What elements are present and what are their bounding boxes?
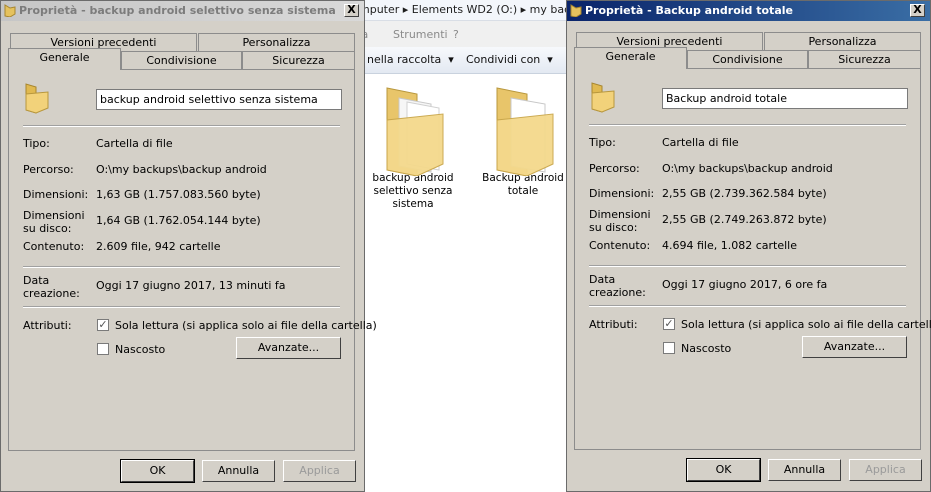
close-button[interactable]: X — [910, 4, 925, 17]
folder-label: backup android selettivo senza sistema — [372, 172, 454, 210]
explorer-window: mputer ▸ Elements WD2 (O:) ▸ my backu ra… — [355, 0, 583, 492]
separator — [23, 306, 340, 308]
folder-icon — [377, 80, 449, 177]
general-panel: Backup android totale Tipo: Cartella di … — [574, 68, 931, 450]
created-label-2: creazione: — [23, 287, 80, 300]
folder-icon — [25, 83, 49, 114]
readonly-label: Sola lettura (si applica solo ai file de… — [681, 318, 931, 331]
type-label: Tipo: — [23, 137, 50, 150]
properties-dialog-total: Proprietà - Backup android totale X Vers… — [566, 0, 931, 492]
window-title: Proprietà - backup android selettivo sen… — [19, 4, 336, 17]
created-value: Oggi 17 giugno 2017, 6 ore fa — [662, 278, 828, 291]
folder-item-total[interactable]: Backup android totale — [473, 80, 573, 198]
size-value: 2,55 GB (2.739.362.584 byte) — [662, 187, 827, 200]
cancel-button[interactable]: Annulla — [202, 460, 275, 482]
folder-icon — [4, 4, 16, 17]
include-in-library-button[interactable]: nella raccolta ▾ — [367, 53, 454, 66]
tab-customize[interactable]: Personalizza — [764, 32, 921, 51]
command-bar: nella raccolta ▾ Condividi con ▾ — [355, 47, 575, 74]
hidden-checkbox[interactable] — [97, 343, 109, 355]
menu-item-help[interactable]: ? — [453, 28, 459, 41]
separator — [589, 124, 906, 126]
attributes-label: Attributi: — [589, 318, 638, 331]
size-on-disk-label-1: Dimensioni — [23, 209, 85, 222]
chevron-down-icon: ▾ — [543, 53, 553, 66]
size-on-disk-label-1: Dimensioni — [589, 208, 651, 221]
tab-general[interactable]: Generale — [8, 48, 121, 70]
size-label: Dimensioni: — [589, 187, 655, 200]
contents-value: 4.694 file, 1.082 cartelle — [662, 239, 797, 252]
apply-button[interactable]: Applica — [849, 459, 922, 481]
readonly-label: Sola lettura (si applica solo ai file de… — [115, 319, 377, 332]
tab-security[interactable]: Sicurezza — [808, 50, 921, 69]
address-path[interactable]: mputer ▸ Elements WD2 (O:) ▸ my backu — [359, 3, 583, 16]
ok-button[interactable]: OK — [686, 458, 761, 482]
share-with-label: Condividi con — [466, 53, 541, 66]
include-in-library-label: nella raccolta — [367, 53, 442, 66]
tab-customize[interactable]: Personalizza — [198, 33, 355, 52]
separator — [23, 266, 340, 268]
contents-label: Contenuto: — [23, 240, 85, 253]
folder-name-field[interactable]: backup android selettivo senza sistema — [96, 89, 342, 110]
tab-sharing[interactable]: Condivisione — [687, 50, 808, 69]
contents-value: 2.609 file, 942 cartelle — [96, 240, 221, 253]
type-value: Cartella di file — [96, 137, 173, 150]
separator — [589, 305, 906, 307]
title-bar[interactable]: Proprietà - Backup android totale — [567, 1, 930, 21]
tab-sharing[interactable]: Condivisione — [121, 51, 242, 70]
contents-label: Contenuto: — [589, 239, 651, 252]
separator — [23, 125, 340, 127]
path-label: Percorso: — [23, 163, 74, 176]
tab-security[interactable]: Sicurezza — [242, 51, 355, 70]
size-on-disk-label-2: su disco: — [589, 221, 638, 234]
path-value: O:\my backups\backup android — [662, 162, 833, 175]
size-on-disk-value: 2,55 GB (2.749.263.872 byte) — [662, 213, 827, 226]
attributes-label: Attributi: — [23, 319, 72, 332]
created-value: Oggi 17 giugno 2017, 13 minuti fa — [96, 279, 286, 292]
folder-icon — [591, 82, 615, 113]
folder-name-field[interactable]: Backup android totale — [662, 88, 908, 109]
path-label: Percorso: — [589, 162, 640, 175]
size-label: Dimensioni: — [23, 188, 89, 201]
general-panel: backup android selettivo senza sistema T… — [8, 69, 377, 451]
address-bar[interactable]: mputer ▸ Elements WD2 (O:) ▸ my backu — [355, 0, 583, 21]
hidden-label: Nascosto — [681, 342, 732, 355]
menu-item-tools[interactable]: Strumenti — [393, 28, 448, 41]
folder-icon — [570, 4, 582, 17]
close-button[interactable]: X — [344, 4, 359, 17]
size-value: 1,63 GB (1.757.083.560 byte) — [96, 188, 261, 201]
chevron-down-icon: ▾ — [444, 53, 454, 66]
ok-button[interactable]: OK — [120, 459, 195, 483]
advanced-button[interactable]: Avanzate... — [236, 337, 341, 359]
advanced-button[interactable]: Avanzate... — [802, 336, 907, 358]
separator — [589, 265, 906, 267]
cancel-button[interactable]: Annulla — [768, 459, 841, 481]
hidden-label: Nascosto — [115, 343, 166, 356]
apply-button[interactable]: Applica — [283, 460, 356, 482]
folder-icon — [487, 80, 559, 177]
hidden-checkbox[interactable] — [663, 342, 675, 354]
readonly-checkbox[interactable]: ✓ — [97, 319, 109, 331]
tab-general[interactable]: Generale — [574, 47, 687, 69]
created-label-1: Data — [23, 274, 50, 287]
properties-dialog-selective: Proprietà - backup android selettivo sen… — [0, 0, 377, 492]
created-label-1: Data — [589, 273, 616, 286]
title-bar[interactable]: Proprietà - backup android selettivo sen… — [1, 1, 364, 21]
created-label-2: creazione: — [589, 286, 646, 299]
type-value: Cartella di file — [662, 136, 739, 149]
type-label: Tipo: — [589, 136, 616, 149]
share-with-button[interactable]: Condividi con ▾ — [466, 53, 553, 66]
size-on-disk-value: 1,64 GB (1.762.054.144 byte) — [96, 214, 261, 227]
readonly-checkbox[interactable]: ✓ — [663, 318, 675, 330]
folder-item-selective[interactable]: backup android selettivo senza sistema — [363, 80, 463, 211]
window-title: Proprietà - Backup android totale — [585, 4, 793, 17]
menu-bar: ra Strumenti ? — [355, 21, 575, 47]
size-on-disk-label-2: su disco: — [23, 222, 72, 235]
path-value: O:\my backups\backup android — [96, 163, 267, 176]
